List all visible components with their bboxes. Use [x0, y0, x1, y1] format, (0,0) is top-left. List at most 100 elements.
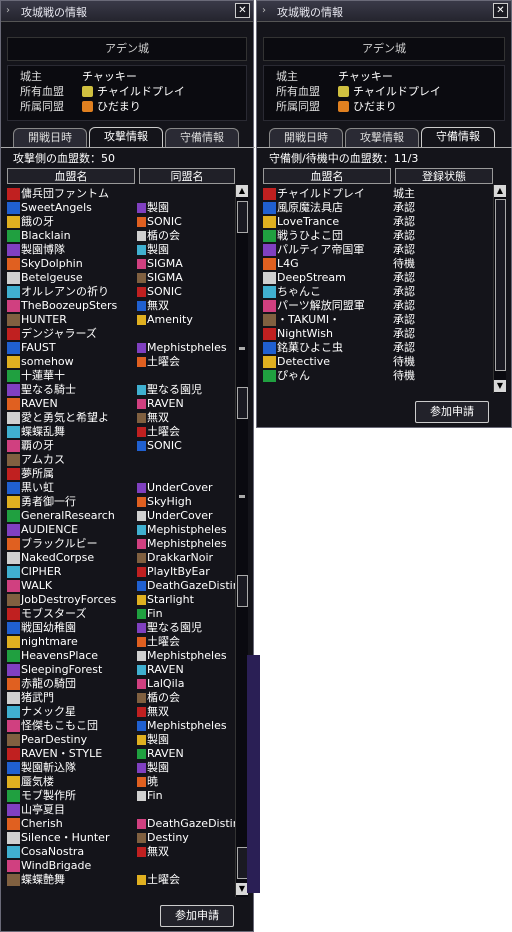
left-title-bar[interactable]: › 攻城戦の情報 ✕ — [1, 1, 253, 22]
clan-row[interactable]: 夢所属 — [7, 467, 235, 481]
clan-row[interactable]: 風原魔法具店 承認 — [263, 201, 491, 215]
clan-row[interactable]: SkyDolphin SIGMA — [7, 257, 235, 271]
clan-row[interactable]: CosaNostra 無双 — [7, 845, 235, 859]
clan-row[interactable]: RAVEN・STYLE RAVEN — [7, 747, 235, 761]
clan-row[interactable]: Cherish DeathGazeDistiny — [7, 817, 246, 831]
scroll-thumb[interactable] — [237, 201, 248, 233]
clan-name: 赤龍の騎団 — [21, 677, 76, 690]
clan-row[interactable]: CIPHER PlayItByEar — [7, 565, 235, 579]
clan-row[interactable]: 戦うひよこ団 承認 — [263, 229, 491, 243]
tab-schedule[interactable]: 開戦日時 — [13, 128, 87, 147]
clan-row[interactable]: デンジャラーズ — [7, 327, 235, 341]
alliance-crest-icon — [137, 245, 146, 255]
clan-row[interactable]: NakedCorpse DrakkarNoir — [7, 551, 235, 565]
clan-row[interactable]: AUDIENCE Mephistpheles — [7, 523, 235, 537]
clan-row[interactable]: パーツ解放同盟軍 承認 — [263, 299, 491, 313]
attacker-count: 攻撃側の血盟数：50 — [13, 152, 115, 165]
union-crest-icon — [82, 101, 93, 112]
clan-row[interactable]: JobDestroyForces Starlight — [7, 593, 235, 607]
clan-row[interactable]: LoveTrance 承認 — [263, 215, 491, 229]
tab-defense-info[interactable]: 守備情報 — [421, 127, 495, 147]
clan-row[interactable]: Detective 待機 — [263, 355, 491, 369]
clan-row[interactable]: 赤龍の騎団 LalQila — [7, 677, 235, 691]
clan-row[interactable]: Betelgeuse SIGMA — [7, 271, 235, 285]
clan-row[interactable]: nightmare 土曜会 — [7, 635, 235, 649]
clan-row[interactable]: PearDestiny 製園 — [7, 733, 235, 747]
clan-row[interactable]: 蜃気楼 暁 — [7, 775, 235, 789]
row-second-column: Mephistpheles — [137, 341, 227, 355]
clan-row[interactable]: SweetAngels 製園 — [7, 201, 235, 215]
clan-row[interactable]: 怪傑もこもこ団 Mephistpheles — [7, 719, 235, 733]
clan-row[interactable]: チャイルドプレイ 城主 — [263, 187, 491, 201]
clan-row[interactable]: 愛と勇気と希望よ 無双 — [7, 411, 235, 425]
join-request-button[interactable]: 参加申請 — [160, 905, 234, 927]
clan-row[interactable]: オルレアンの祈り SONIC — [7, 285, 235, 299]
clan-row[interactable]: L4G 待機 — [263, 257, 491, 271]
clan-row[interactable]: 聖なる騎士 聖なる園児 — [7, 383, 235, 397]
right-scrollbar[interactable]: ▲ ▼ — [493, 185, 506, 393]
header-clan-name[interactable]: 血盟名 — [263, 168, 391, 184]
clan-row[interactable]: 十蓮華十 — [7, 369, 235, 383]
clan-row[interactable]: ナメック星 無双 — [7, 705, 235, 719]
header-clan-name[interactable]: 血盟名 — [7, 168, 135, 184]
clan-row[interactable]: HeavensPlace Mephistpheles — [7, 649, 235, 663]
clan-row[interactable]: 蝶蝶乱舞 土曜会 — [7, 425, 235, 439]
header-alliance-name[interactable]: 同盟名 — [139, 168, 235, 184]
clan-row[interactable]: ・TAKUMI・ 承認 — [263, 313, 491, 327]
row-second-column: SONIC — [137, 215, 182, 229]
clan-row[interactable]: アムカス — [7, 453, 235, 467]
clan-row[interactable]: 餓の牙 SONIC — [7, 215, 235, 229]
clan-row[interactable]: 傭兵団ファントム — [7, 187, 235, 201]
header-registration-status[interactable]: 登録状態 — [395, 168, 493, 184]
clan-row[interactable]: 山亭夏目 — [7, 803, 235, 817]
clan-row[interactable]: 覇の牙 SONIC — [7, 439, 235, 453]
tab-defense-info[interactable]: 守備情報 — [165, 128, 239, 147]
scroll-segment — [237, 575, 248, 607]
close-icon[interactable]: ✕ — [235, 3, 250, 18]
clan-crest-icon — [7, 594, 20, 606]
clan-row[interactable]: WindBrigade — [7, 859, 235, 873]
clan-row[interactable]: GeneralResearch UnderCover — [7, 509, 235, 523]
clan-row[interactable]: RAVEN RAVEN — [7, 397, 235, 411]
right-title-bar[interactable]: › 攻城戦の情報 ✕ — [257, 1, 511, 22]
clan-crest-icon — [7, 608, 20, 620]
clan-row[interactable]: モブ製作所 Fin — [7, 789, 235, 803]
tab-attack-info[interactable]: 攻撃情報 — [345, 128, 419, 147]
clan-row[interactable]: DeepStream 承認 — [263, 271, 491, 285]
clan-row[interactable]: パルティア帝国軍 承認 — [263, 243, 491, 257]
clan-name: GeneralResearch — [21, 509, 115, 522]
tab-schedule[interactable]: 開戦日時 — [269, 128, 343, 147]
clan-row[interactable]: ブラックルビー Mephistpheles — [7, 537, 235, 551]
clan-row[interactable]: ぴゃん 待機 — [263, 369, 491, 383]
scroll-thumb[interactable] — [495, 199, 506, 371]
clan-row[interactable]: 猪武門 楯の会 — [7, 691, 235, 705]
clan-row[interactable]: モブスターズ Fin — [7, 607, 235, 621]
clan-row[interactable]: SleepingForest RAVEN — [7, 663, 235, 677]
clan-row[interactable]: NightWish 承認 — [263, 327, 491, 341]
clan-row[interactable]: 戦国幼稚園 聖なる園児 — [7, 621, 235, 635]
clan-row[interactable]: 勇者御一行 SkyHigh — [7, 495, 235, 509]
arrow-up-icon[interactable]: ▲ — [236, 185, 248, 197]
clan-row[interactable]: TheBoozeupSters 無双 — [7, 299, 235, 313]
arrow-up-icon[interactable]: ▲ — [494, 185, 506, 197]
clan-row[interactable]: ちゃんこ 承認 — [263, 285, 491, 299]
clan-row[interactable]: Blacklain 楯の会 — [7, 229, 235, 243]
clan-row[interactable]: Silence・Hunter Destiny — [7, 831, 235, 845]
clan-crest-icon — [338, 86, 349, 97]
clan-name: チャイルドプレイ — [277, 187, 365, 200]
alliance-crest-icon — [137, 357, 146, 367]
clan-row[interactable]: FAUST Mephistpheles — [7, 341, 235, 355]
clan-row[interactable]: 黒い虹 UnderCover — [7, 481, 235, 495]
arrow-down-icon[interactable]: ▼ — [494, 380, 506, 392]
clan-row[interactable]: HUNTER Amenity — [7, 313, 235, 327]
clan-row[interactable]: 製園斬込隊 製園 — [7, 761, 235, 775]
clan-row[interactable]: WALK DeathGazeDistiny — [7, 579, 246, 593]
tab-attack-info[interactable]: 攻撃情報 — [89, 127, 163, 147]
clan-row[interactable]: 蝶蝶艶舞 土曜会 — [7, 873, 235, 887]
clan-row[interactable]: 銘菓ひよこ虫 承認 — [263, 341, 491, 355]
clan-row[interactable]: somehow 土曜会 — [7, 355, 235, 369]
clan-row[interactable]: 製園博隊 製園 — [7, 243, 235, 257]
join-request-button[interactable]: 参加申請 — [415, 401, 489, 423]
alliance-crest-icon — [137, 707, 146, 717]
close-icon[interactable]: ✕ — [493, 3, 508, 18]
